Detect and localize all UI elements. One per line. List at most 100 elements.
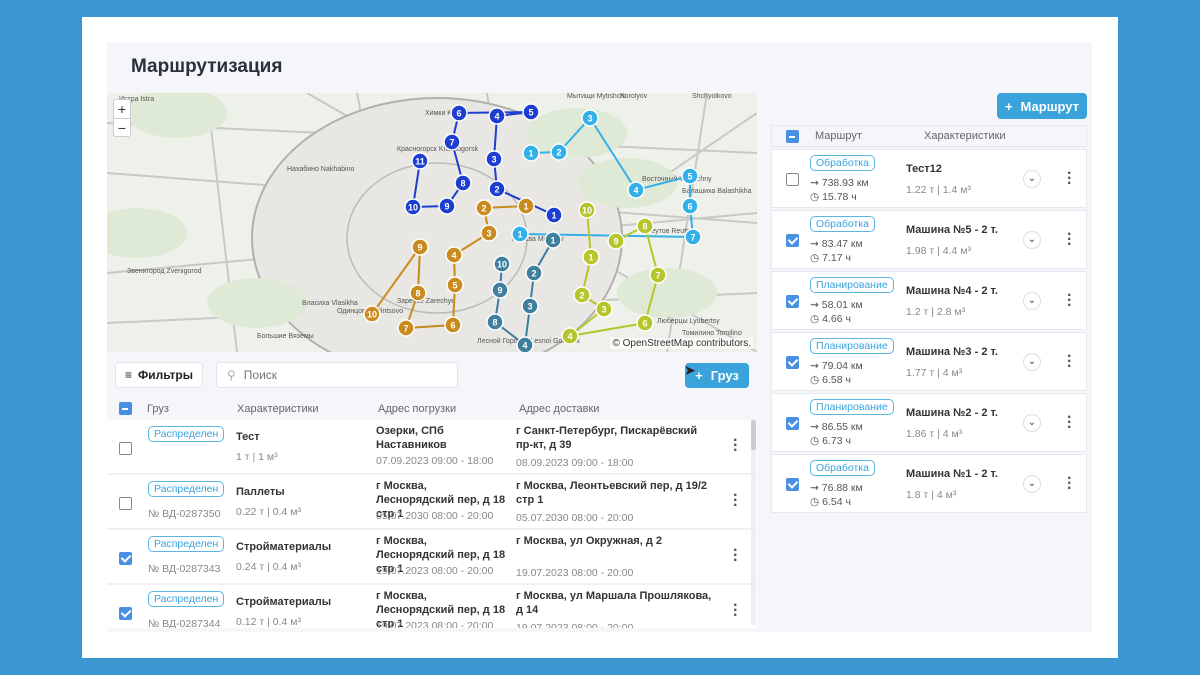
cargo-number: № ВД-0287344 [148, 618, 221, 628]
route-stop-label: 8 [642, 222, 647, 232]
more-icon[interactable]: · · · [733, 543, 738, 569]
select-all-checkbox[interactable] [119, 402, 132, 415]
table-row[interactable]: Распределен № ВД-0287350 Паллеты 0.22 т … [107, 475, 757, 530]
route-name: Тест12 [906, 163, 942, 175]
route-stop-label: 2 [481, 204, 486, 214]
route-stop-label: 1 [588, 253, 593, 263]
map-attribution[interactable]: © OpenStreetMap contributors. [610, 338, 753, 349]
row-checkbox[interactable] [119, 607, 132, 620]
more-icon[interactable]: · · · [733, 433, 738, 459]
more-icon[interactable]: · · · [1067, 227, 1072, 253]
col-specs[interactable]: Характеристики [237, 403, 319, 415]
more-icon[interactable]: · · · [1067, 288, 1072, 314]
zoom-in-button[interactable]: + [114, 100, 130, 118]
more-icon[interactable]: · · · [1067, 410, 1072, 436]
chevron-down-icon[interactable]: ⌄ [1023, 414, 1041, 432]
more-icon[interactable]: · · · [733, 598, 738, 624]
col-cargo[interactable]: Груз [147, 403, 169, 415]
route-checkbox[interactable] [786, 478, 799, 491]
route-duration: 4.66 ч [822, 313, 851, 325]
route-card[interactable]: Планирование ⇝ 86.55 км ◷ 6.73 ч Машина … [771, 393, 1087, 452]
col-load-address[interactable]: Адрес погрузки [378, 403, 456, 415]
search-input[interactable] [243, 368, 434, 382]
row-checkbox[interactable] [119, 497, 132, 510]
route-checkbox[interactable] [786, 173, 799, 186]
route-checkbox[interactable] [786, 234, 799, 247]
cargo-specs: 0.12 т | 0.4 м³ [236, 616, 301, 628]
row-checkbox[interactable] [119, 552, 132, 565]
chevron-down-icon[interactable]: ⌄ [1023, 231, 1041, 249]
add-route-button[interactable]: + Маршрут [997, 93, 1087, 119]
route-map[interactable]: Истра Istra Химки Khimki Мытищи Mytishchi K… [107, 93, 757, 352]
routes-header: Маршрут Характеристики [771, 125, 1087, 147]
col-route-specs[interactable]: Характеристики [924, 130, 1006, 142]
route-distance: 738.93 км [821, 177, 869, 189]
route-card[interactable]: Планирование ⇝ 79.04 км ◷ 6.58 ч Машина … [771, 332, 1087, 391]
col-route[interactable]: Маршрут [815, 130, 862, 142]
route-stop-label: 2 [579, 291, 584, 301]
delivery-address: г Санкт-Петербург, Пискарёвский пр-кт, д… [516, 425, 698, 451]
route-stop-label: 2 [531, 269, 536, 279]
filters-button[interactable]: ≡ Фильтры [115, 362, 203, 388]
table-row[interactable]: Распределен № ВД-0287344 Стройматериалы … [107, 585, 757, 628]
route-stop-label: 10 [582, 206, 592, 216]
route-stop-label: 3 [601, 305, 606, 315]
route-checkbox[interactable] [786, 417, 799, 430]
zoom-out-button[interactable]: − [114, 118, 130, 136]
cargo-specs: 0.24 т | 0.4 м³ [236, 561, 301, 573]
more-icon[interactable]: · · · [733, 488, 738, 514]
route-distance: 86.55 км [821, 421, 863, 433]
cargo-number: № ВД-0287350 [148, 508, 221, 520]
cargo-table: Груз Характеристики Адрес погрузки Адрес… [107, 398, 757, 628]
delivery-time: 19.07.2023 08:00 - 20:00 [516, 567, 634, 579]
plus-icon: + [695, 368, 703, 383]
routes-panel: Маршрут Характеристики Обработка ⇝ 738.9… [771, 125, 1087, 513]
map-place-label: Большие Вяземы [257, 333, 314, 340]
route-card[interactable]: Обработка ⇝ 83.47 км ◷ 7.17 ч Машина №5 … [771, 210, 1087, 269]
chevron-down-icon[interactable]: ⌄ [1023, 292, 1041, 310]
search-icon: ⚲ [227, 368, 236, 382]
route-stop-label: 3 [486, 229, 491, 239]
table-scrollbar[interactable] [751, 420, 756, 625]
table-row[interactable]: Распределен № ВД-0287343 Стройматериалы … [107, 530, 757, 585]
distance-icon: ⇝ [810, 238, 819, 250]
route-status-badge: Планирование [810, 338, 894, 354]
route-card[interactable]: Обработка ⇝ 738.93 км ◷ 15.78 ч Тест12 1… [771, 149, 1087, 208]
map-place-label: Мытищи Mytishchi [567, 93, 626, 100]
page-title: Маршрутизация [131, 56, 283, 77]
distance-icon: ⇝ [810, 482, 819, 494]
route-stop-label: 2 [494, 185, 499, 195]
route-distance: 83.47 км [821, 238, 863, 250]
route-specs: 1.22 т | 1.4 м³ [906, 184, 971, 196]
route-distance: 79.04 км [821, 360, 863, 372]
more-icon[interactable]: · · · [1067, 349, 1072, 375]
route-stop-label: 4 [633, 186, 638, 196]
route-checkbox[interactable] [786, 356, 799, 369]
cargo-name: Стройматериалы [236, 596, 332, 608]
more-icon[interactable]: · · · [1067, 166, 1072, 192]
distance-icon: ⇝ [810, 299, 819, 311]
route-card[interactable]: Обработка ⇝ 76.88 км ◷ 6.54 ч Машина №1 … [771, 454, 1087, 513]
cargo-specs: 1 т | 1 м³ [236, 451, 278, 463]
route-checkbox[interactable] [786, 295, 799, 308]
chevron-down-icon[interactable]: ⌄ [1023, 170, 1041, 188]
search-box[interactable]: ⚲ [216, 362, 458, 388]
row-checkbox[interactable] [119, 442, 132, 455]
col-delivery-address[interactable]: Адрес доставки [519, 403, 599, 415]
table-row[interactable]: Распределен Тест 1 т | 1 м³ Озерки, СПб … [107, 420, 757, 475]
route-status-badge: Планирование [810, 277, 894, 293]
more-icon[interactable]: · · · [1067, 471, 1072, 497]
chevron-down-icon[interactable]: ⌄ [1023, 353, 1041, 371]
plus-icon: + [1004, 98, 1013, 114]
cargo-name: Тест [236, 431, 260, 443]
route-distance: 58.01 км [821, 299, 863, 311]
delivery-time: 19.07.2023 08:00 - 20:00 [516, 622, 634, 628]
route-card[interactable]: Планирование ⇝ 58.01 км ◷ 4.66 ч Машина … [771, 271, 1087, 330]
route-stop-label: 8 [460, 179, 465, 189]
route-stop-label: 9 [613, 237, 618, 247]
route-stop-label: 10 [367, 310, 377, 320]
select-all-routes-checkbox[interactable] [786, 130, 799, 143]
map-canvas[interactable]: Истра IstraХимки KhimkiМытищи MytishchiK… [107, 93, 757, 352]
chevron-down-icon[interactable]: ⌄ [1023, 475, 1041, 493]
route-stop-label: 9 [417, 243, 422, 253]
